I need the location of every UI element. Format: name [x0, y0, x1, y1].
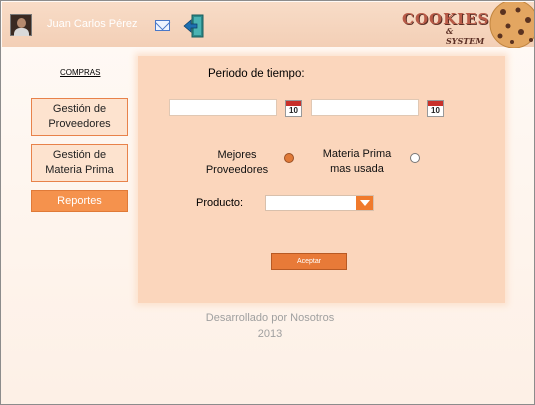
footer-year: 2013 [257, 328, 283, 340]
sidebar-item-label: Reportes [57, 194, 102, 207]
date-from-input[interactable] [169, 99, 277, 116]
chevron-down-icon[interactable] [356, 196, 373, 210]
sidebar-item-label: Gestión de Materia Prima [45, 149, 114, 176]
sidebar-item-reportes[interactable]: Reportes [31, 190, 128, 212]
avatar [10, 14, 32, 36]
date-to-input[interactable] [311, 99, 419, 116]
radio-best-suppliers[interactable] [284, 153, 294, 163]
header-bar: Juan Carlos Pérez COOKIES & SYSTEM [2, 2, 534, 48]
logo-subtitle: & SYSTEM [446, 26, 485, 46]
footer-credit: Desarrollado por Nosotros [205, 312, 335, 324]
exit-icon[interactable] [183, 13, 207, 39]
sidebar-section-title: COMPRAS [60, 68, 101, 77]
sidebar-item-gestion-materia-prima[interactable]: Gestión de Materia Prima [31, 144, 128, 182]
radio-most-used-material[interactable] [410, 153, 420, 163]
accept-button[interactable]: Aceptar [271, 253, 347, 270]
cookie-icon [489, 2, 534, 48]
calendar-icon[interactable]: 10 [285, 100, 302, 117]
calendar-day: 10 [431, 106, 440, 115]
option-most-used-material-label: Materia Prima mas usada [322, 148, 392, 175]
product-label: Producto: [196, 197, 244, 209]
product-select[interactable] [265, 195, 374, 211]
sidebar-item-label: Gestión de Proveedores [48, 103, 111, 130]
user-name: Juan Carlos Pérez [47, 18, 138, 30]
option-best-suppliers-label: Mejores Proveedores [205, 149, 269, 176]
sidebar-item-gestion-proveedores[interactable]: Gestión de Proveedores [31, 98, 128, 136]
app-window: Juan Carlos Pérez COOKIES & SYSTEM COMPR… [0, 0, 535, 405]
calendar-icon[interactable]: 10 [427, 100, 444, 117]
brand-logo: COOKIES & SYSTEM [402, 10, 488, 46]
period-label: Periodo de tiempo: [208, 68, 305, 80]
mail-icon[interactable] [155, 20, 170, 31]
calendar-day: 10 [289, 106, 298, 115]
